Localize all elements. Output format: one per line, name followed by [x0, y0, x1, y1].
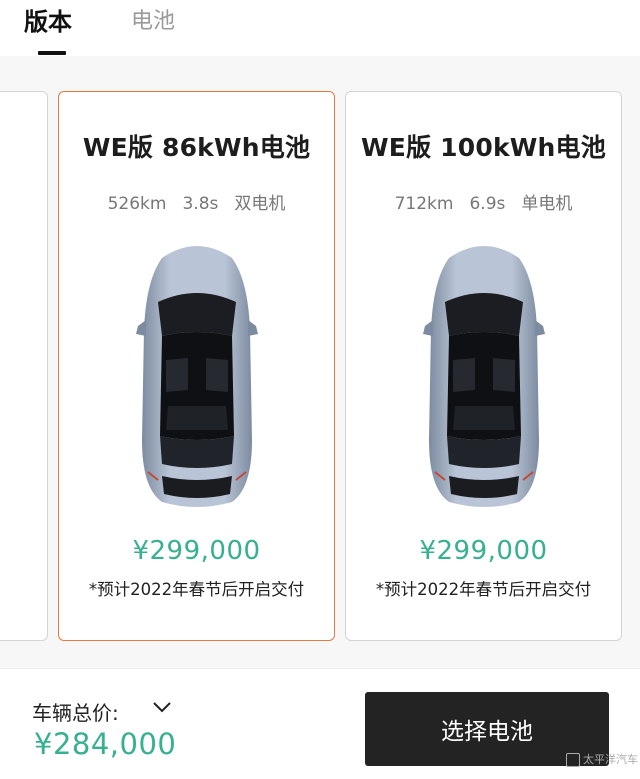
chevron-down-icon[interactable]	[150, 697, 174, 717]
tab-version[interactable]: 版本	[24, 6, 72, 38]
tab-bar: 版本 电池	[0, 0, 640, 57]
total-price-value: ¥284,000	[34, 727, 177, 761]
acceleration-value: 3.8s	[182, 194, 219, 214]
motor-value: 双电机	[234, 194, 286, 214]
acceleration-value: 6.9s	[469, 194, 506, 214]
tab-battery[interactable]: 电池	[131, 6, 175, 38]
watermark-logo-icon	[566, 753, 580, 767]
card-title: WE版 100kWh电池	[361, 133, 606, 162]
card-price: ¥299,000	[419, 536, 548, 566]
previous-card-edge[interactable]	[0, 91, 48, 641]
total-price-label: 车辆总价:	[32, 701, 119, 725]
car-top-view-image	[135, 246, 258, 507]
car-top-view-image	[422, 246, 545, 507]
watermark-text: 太平洋汽车	[583, 753, 638, 766]
range-value: 526km	[107, 194, 167, 214]
delivery-note: *预计2022年春节后开启交付	[375, 580, 592, 599]
version-carousel[interactable]: WE版 86kWh电池 526km 3.8s 双电机 ¥299,000 *预计20	[0, 56, 640, 668]
card-title: WE版 86kWh电池	[82, 133, 311, 162]
bottom-bar: 车辆总价: ¥284,000 选择电池 太平洋汽车	[0, 668, 640, 779]
motor-value: 单电机	[521, 194, 573, 214]
delivery-note: *预计2022年春节后开启交付	[88, 580, 305, 599]
version-card-100kwh[interactable]: WE版 100kWh电池 712km 6.9s 单电机 ¥299,000 *预计2	[345, 91, 622, 641]
card-specs: 526km 3.8s 双电机	[59, 189, 334, 214]
version-card-86kwh[interactable]: WE版 86kWh电池 526km 3.8s 双电机 ¥299,000 *预计20	[58, 91, 335, 641]
card-specs: 712km 6.9s 单电机	[346, 189, 621, 214]
card-price: ¥299,000	[132, 536, 261, 566]
watermark: 太平洋汽车	[566, 751, 638, 767]
active-tab-indicator	[38, 51, 66, 55]
range-value: 712km	[394, 194, 454, 214]
